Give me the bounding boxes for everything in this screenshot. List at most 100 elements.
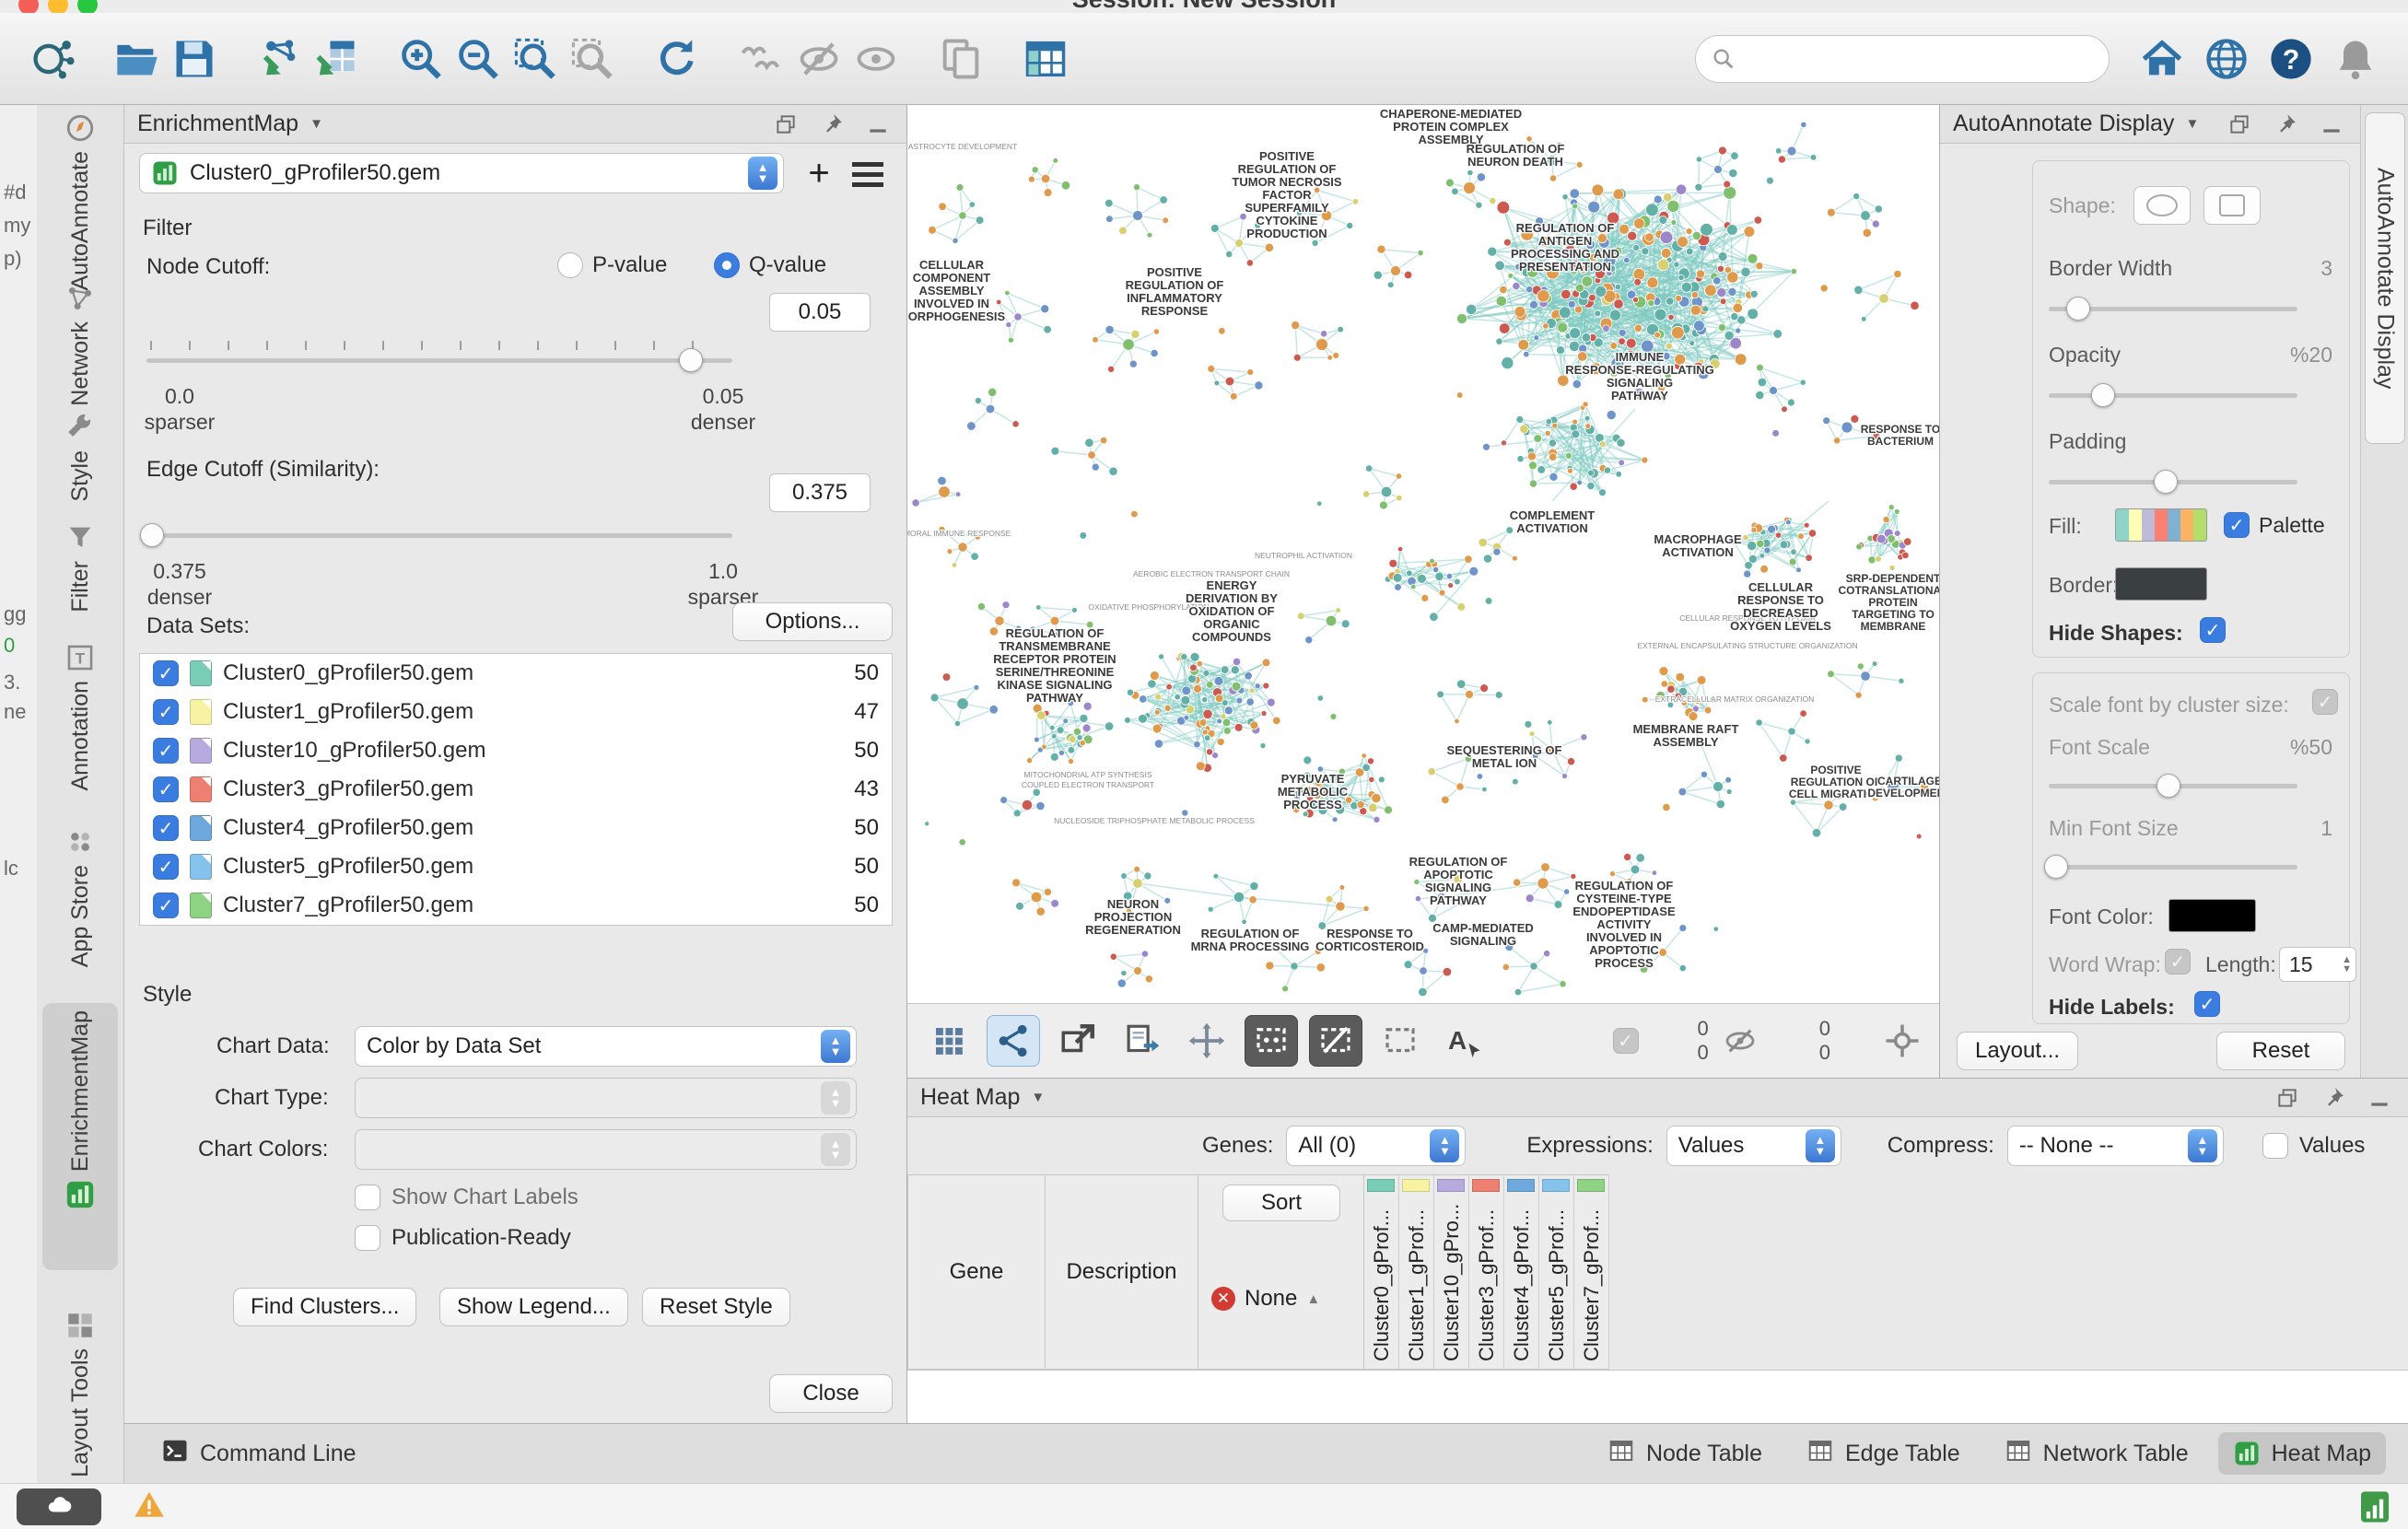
network-node[interactable] — [1576, 479, 1583, 486]
network-node[interactable] — [1379, 500, 1388, 510]
network-node[interactable] — [1494, 691, 1503, 699]
network-node[interactable] — [1380, 485, 1393, 498]
notifications-icon[interactable] — [2327, 29, 2384, 89]
tab-style[interactable]: Style — [42, 404, 118, 506]
network-node[interactable] — [1058, 749, 1065, 756]
network-node[interactable] — [1158, 653, 1165, 660]
network-node[interactable] — [1232, 657, 1242, 667]
node-cutoff-value-field[interactable]: 0.05 — [769, 293, 871, 332]
dataset-row[interactable]: Cluster0_gProfiler50.gem 50 — [140, 654, 892, 693]
network-node[interactable] — [1261, 658, 1271, 668]
network-node[interactable] — [1163, 896, 1172, 905]
network-node[interactable] — [975, 216, 985, 225]
dataset-row[interactable]: Cluster5_gProfiler50.gem 50 — [140, 847, 892, 886]
network-node[interactable] — [1109, 952, 1117, 961]
network-node[interactable] — [1189, 663, 1198, 672]
length-spinner[interactable]: 15 ▲ ▼ — [2279, 947, 2356, 982]
network-node[interactable] — [1049, 753, 1059, 762]
chart-data-select[interactable]: Color by Data Set ▲ ▼ — [355, 1026, 857, 1067]
network-node[interactable] — [1376, 244, 1386, 254]
network-node[interactable] — [1797, 532, 1805, 540]
chart-colors-select[interactable]: ▲ ▼ — [355, 1129, 857, 1170]
network-node[interactable] — [1254, 683, 1261, 690]
network-node[interactable] — [1614, 283, 1622, 291]
network-node[interactable] — [1632, 268, 1646, 281]
network-node[interactable] — [1803, 521, 1810, 529]
network-node[interactable] — [1021, 799, 1034, 811]
network-node[interactable] — [1691, 230, 1701, 240]
network-node[interactable] — [1528, 479, 1538, 488]
edge-cutoff-value-field[interactable]: 0.375 — [769, 473, 871, 512]
network-node[interactable] — [1233, 722, 1244, 732]
network-node[interactable] — [1759, 564, 1769, 574]
network-node[interactable] — [1338, 884, 1346, 891]
network-node[interactable] — [1368, 776, 1375, 784]
network-node[interactable] — [1325, 614, 1338, 627]
network-node[interactable] — [1787, 398, 1795, 407]
network-node[interactable] — [1005, 321, 1012, 329]
network-node[interactable] — [958, 838, 966, 846]
network-node[interactable] — [1489, 197, 1497, 205]
pan-mode-button[interactable] — [1180, 1015, 1233, 1067]
network-node[interactable] — [1159, 195, 1168, 204]
network-node[interactable] — [1519, 424, 1529, 434]
dataset-row[interactable]: Cluster10_gProfiler50.gem 50 — [140, 731, 892, 770]
network-node[interactable] — [1670, 325, 1685, 340]
network-node[interactable] — [1479, 683, 1489, 693]
network-node[interactable] — [1612, 188, 1625, 201]
network-node[interactable] — [1548, 438, 1557, 448]
network-node[interactable] — [1120, 969, 1128, 977]
network-node[interactable] — [1551, 422, 1559, 429]
network-node[interactable] — [1717, 251, 1728, 262]
network-node[interactable] — [1533, 334, 1540, 342]
network-node[interactable] — [1153, 739, 1164, 749]
node-table-button[interactable]: Node Table — [1593, 1430, 1777, 1478]
network-node[interactable] — [1319, 330, 1328, 338]
gene-column-header[interactable]: Gene — [907, 1174, 1046, 1370]
network-node[interactable] — [1004, 289, 1011, 297]
network-node[interactable] — [1476, 773, 1484, 780]
network-node[interactable] — [1633, 323, 1643, 333]
network-node[interactable] — [1587, 469, 1595, 477]
network-node[interactable] — [1747, 252, 1759, 264]
network-node[interactable] — [1756, 363, 1764, 372]
network-node[interactable] — [955, 183, 964, 192]
network-node[interactable] — [1619, 223, 1630, 235]
network-node[interactable] — [1048, 724, 1056, 731]
tab-network[interactable]: Network — [42, 275, 118, 406]
network-node[interactable] — [1685, 228, 1693, 236]
network-node[interactable] — [1632, 243, 1641, 251]
network-node[interactable] — [1742, 534, 1749, 542]
zoom-out-icon[interactable] — [450, 29, 507, 89]
network-node[interactable] — [1193, 740, 1201, 749]
network-node[interactable] — [1853, 193, 1861, 201]
network-node[interactable] — [1715, 799, 1725, 810]
network-node[interactable] — [1501, 356, 1514, 370]
collection-select[interactable]: Cluster0_gProfiler50.gem ▲ ▼ — [139, 153, 784, 193]
annotation-selection-button[interactable] — [1373, 1015, 1427, 1067]
network-node[interactable] — [1082, 701, 1093, 711]
network-node[interactable] — [1216, 718, 1222, 725]
network-node[interactable] — [1133, 865, 1140, 873]
network-node[interactable] — [1841, 421, 1853, 434]
network-node[interactable] — [1147, 679, 1157, 689]
network-node[interactable] — [1512, 282, 1521, 291]
network-node[interactable] — [1726, 271, 1739, 284]
export-image-button[interactable] — [1116, 1015, 1169, 1067]
network-node[interactable] — [929, 693, 940, 703]
network-node[interactable] — [1496, 201, 1511, 215]
network-node[interactable] — [1198, 718, 1208, 727]
network-node[interactable] — [1216, 737, 1225, 746]
network-node[interactable] — [1701, 305, 1710, 313]
network-node[interactable] — [1174, 694, 1181, 701]
network-node[interactable] — [1033, 736, 1040, 743]
network-node[interactable] — [1316, 694, 1324, 702]
network-node[interactable] — [1775, 147, 1783, 155]
dataset-checkbox[interactable] — [153, 893, 179, 918]
network-node[interactable] — [1210, 223, 1220, 233]
network-node[interactable] — [1262, 682, 1270, 690]
network-node[interactable] — [1311, 239, 1319, 247]
network-node[interactable] — [1463, 181, 1476, 194]
find-clusters-button[interactable]: Find Clusters... — [233, 1288, 417, 1326]
network-node[interactable] — [941, 672, 952, 682]
